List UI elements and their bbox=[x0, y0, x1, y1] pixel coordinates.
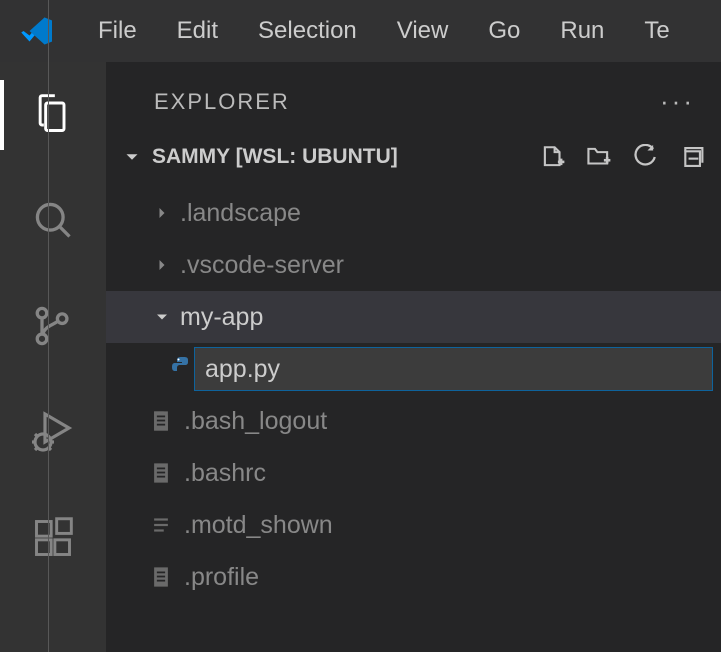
rename-input[interactable] bbox=[194, 347, 713, 391]
folder-label: .landscape bbox=[180, 199, 301, 228]
menu-go[interactable]: Go bbox=[468, 11, 540, 51]
file-icon bbox=[146, 514, 176, 536]
explorer-title: EXPLORER bbox=[154, 89, 290, 115]
folder-label: .vscode-server bbox=[180, 251, 344, 280]
menu-run[interactable]: Run bbox=[540, 11, 624, 51]
search-activity-icon[interactable] bbox=[29, 196, 77, 244]
chevron-right-icon bbox=[150, 203, 174, 223]
activity-bar bbox=[0, 62, 106, 652]
chevron-down-icon bbox=[150, 307, 174, 327]
activity-active-indicator bbox=[0, 80, 4, 150]
menubar: File Edit Selection View Go Run Te bbox=[0, 0, 721, 62]
new-folder-button[interactable] bbox=[585, 143, 613, 171]
python-file-icon bbox=[170, 355, 194, 384]
file-bash-logout[interactable]: .bash_logout bbox=[106, 395, 721, 447]
explorer-header: EXPLORER ··· bbox=[106, 62, 721, 135]
folder-vscode-server[interactable]: .vscode-server bbox=[106, 239, 721, 291]
new-file-button[interactable] bbox=[539, 143, 567, 171]
menu-view[interactable]: View bbox=[377, 11, 469, 51]
tree-rename-row bbox=[106, 343, 721, 395]
folder-my-app[interactable]: my-app bbox=[106, 291, 721, 343]
chevron-right-icon bbox=[150, 255, 174, 275]
file-profile[interactable]: .profile bbox=[106, 551, 721, 603]
menu-truncated[interactable]: Te bbox=[624, 11, 689, 51]
menu-selection[interactable]: Selection bbox=[238, 11, 377, 51]
menu-edit[interactable]: Edit bbox=[157, 11, 238, 51]
file-label: .bashrc bbox=[184, 459, 266, 488]
folder-landscape[interactable]: .landscape bbox=[106, 187, 721, 239]
workspace-title: SAMMY [WSL: UBUNTU] bbox=[152, 145, 531, 169]
vscode-logo bbox=[18, 12, 56, 50]
folder-label: my-app bbox=[180, 303, 263, 332]
run-debug-activity-icon[interactable] bbox=[29, 408, 77, 456]
refresh-button[interactable] bbox=[631, 143, 659, 171]
menu-file[interactable]: File bbox=[78, 11, 157, 51]
file-motd-shown[interactable]: .motd_shown bbox=[106, 499, 721, 551]
file-label: .motd_shown bbox=[184, 511, 333, 540]
workspace-section-header[interactable]: SAMMY [WSL: UBUNTU] bbox=[106, 135, 721, 187]
file-icon bbox=[146, 410, 176, 432]
collapse-all-button[interactable] bbox=[677, 143, 705, 171]
file-label: .profile bbox=[184, 563, 259, 592]
chevron-down-icon bbox=[120, 145, 144, 169]
workspace-actions bbox=[539, 143, 705, 171]
file-bashrc[interactable]: .bashrc bbox=[106, 447, 721, 499]
file-icon bbox=[146, 462, 176, 484]
extensions-activity-icon[interactable] bbox=[29, 514, 77, 562]
explorer-sidebar: EXPLORER ··· SAMMY [WSL: UBUNTU] bbox=[106, 62, 721, 652]
source-control-activity-icon[interactable] bbox=[29, 302, 77, 350]
file-label: .bash_logout bbox=[184, 407, 327, 436]
explorer-activity-icon[interactable] bbox=[29, 90, 77, 138]
file-tree: .landscape .vscode-server my-app bbox=[106, 187, 721, 603]
explorer-more-button[interactable]: ··· bbox=[660, 86, 695, 117]
file-icon bbox=[146, 566, 176, 588]
